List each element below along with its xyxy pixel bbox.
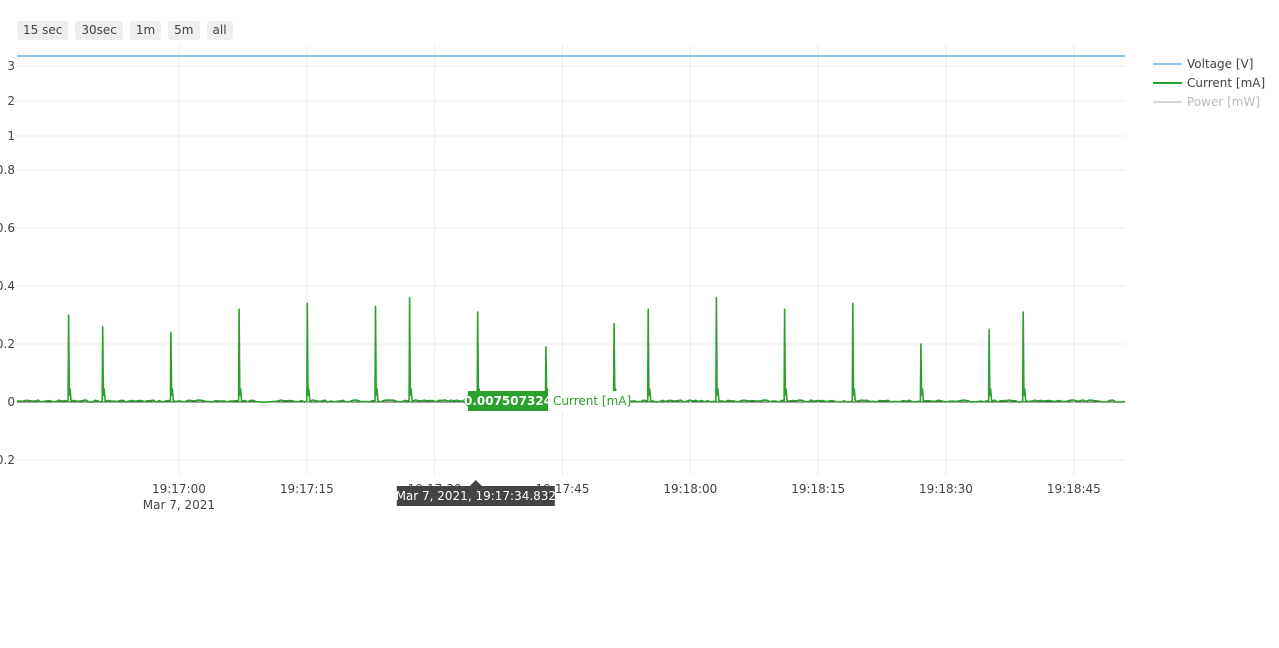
y-axis-ticks: 3 2 1 0.8 0.6 0.4 0.2 0 -0.2 — [0, 59, 15, 467]
x-tick-label: 19:18:45 — [1047, 482, 1101, 496]
legend-label: Power [mW] — [1187, 95, 1260, 109]
hover-x-pointer — [469, 480, 482, 486]
timeseries-chart[interactable]: 3 2 1 0.8 0.6 0.4 0.2 0 -0.2 19:17:00 Mar 7, 2021… — [0, 0, 1279, 648]
legend-label: Voltage [V] — [1187, 57, 1253, 71]
y-tick-label: -0.2 — [0, 453, 15, 467]
y-tick-label: 0.4 — [0, 279, 15, 293]
hover-tooltip: Mar 7, 2021, 19:17:34.832 0.007507324 Curr… — [396, 391, 631, 506]
y-tick-label: 0.8 — [0, 163, 15, 177]
legend-item[interactable]: Voltage [V] — [1153, 57, 1253, 71]
x-tick-label: 19:18:30 — [919, 482, 973, 496]
hover-x-label: Mar 7, 2021, 19:17:34.832 — [396, 489, 557, 503]
x-axis-ticks: 19:17:00Mar 7, 202119:17:1519:17:3019:17… — [143, 482, 1101, 512]
y-tick-label: 1 — [7, 129, 15, 143]
hover-series-name: Current [mA] — [553, 394, 631, 408]
current-trace[interactable] — [17, 296, 1125, 403]
x-tick-label: 19:18:00 — [663, 482, 717, 496]
legend: Voltage [V] Current [mA] Power [mW] — [1153, 57, 1265, 109]
y-tick-label: 0.6 — [0, 221, 15, 235]
plot-traces[interactable] — [17, 55, 1125, 403]
x-tick-label: 19:17:15 — [280, 482, 334, 496]
y-tick-label: 3 — [7, 59, 15, 73]
x-tick-label: 19:18:15 — [791, 482, 845, 496]
x-tick-label: 19:17:00 — [152, 482, 206, 496]
legend-item[interactable]: Power [mW] — [1153, 95, 1260, 109]
hover-value-text: 0.007507324 — [464, 394, 552, 408]
y-tick-label: 0 — [7, 395, 15, 409]
y-tick-label: 2 — [7, 94, 15, 108]
x-date-label: Mar 7, 2021 — [143, 498, 215, 512]
legend-item[interactable]: Current [mA] — [1153, 76, 1265, 90]
y-tick-label: 0.2 — [0, 337, 15, 351]
legend-label: Current [mA] — [1187, 76, 1265, 90]
